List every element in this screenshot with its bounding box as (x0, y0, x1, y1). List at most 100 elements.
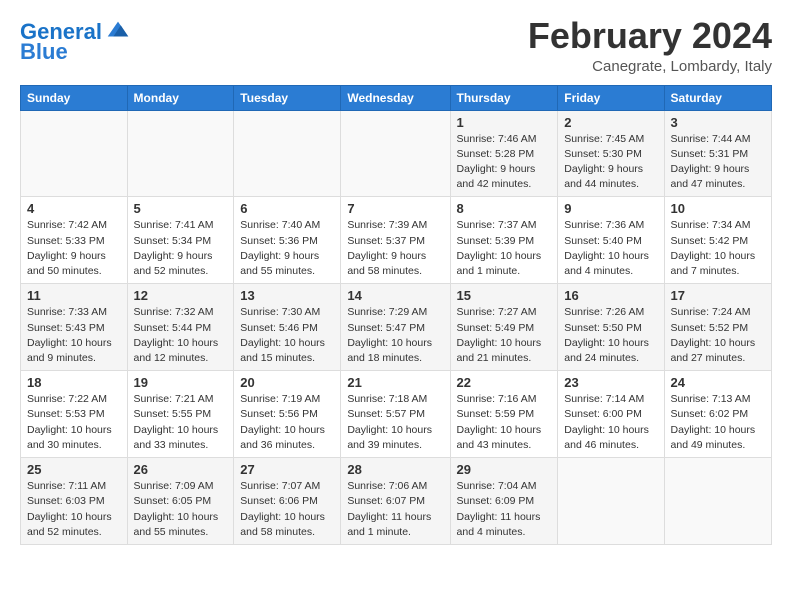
day-number: 18 (27, 375, 121, 390)
day-info: Sunrise: 7:22 AMSunset: 5:53 PMDaylight:… (27, 392, 121, 453)
calendar-cell: 14Sunrise: 7:29 AMSunset: 5:47 PMDayligh… (341, 284, 450, 371)
header-saturday: Saturday (664, 85, 771, 110)
calendar-week-3: 18 Sunrise: 7:22 AMSunset: 5:53 PMDayligh… (21, 371, 772, 458)
calendar-cell: 25Sunrise: 7:11 AMSunset: 6:03 PMDayligh… (21, 458, 128, 545)
day-info: Sunrise: 7:39 AMSunset: 5:37 PMDaylight:… (347, 218, 443, 279)
header-sunday: Sunday (21, 85, 128, 110)
day-number: 27 (240, 462, 334, 477)
day-number: 26 (134, 462, 228, 477)
day-number: 29 (457, 462, 552, 477)
calendar-cell: 8 Sunrise: 7:37 AMSunset: 5:39 PMDaylight… (450, 197, 558, 284)
day-number: 9 (564, 201, 657, 216)
calendar-cell: 29 Sunrise: 7:04 AMSunset: 6:09 PMDayligh… (450, 458, 558, 545)
day-number: 21 (347, 375, 443, 390)
calendar-cell: 2 Sunrise: 7:45 AMSunset: 5:30 PMDaylight… (558, 110, 664, 197)
day-number: 24 (671, 375, 765, 390)
calendar-cell: 6 Sunrise: 7:40 AMSunset: 5:36 PMDaylight… (234, 197, 341, 284)
calendar-cell: 1 Sunrise: 7:46 AMSunset: 5:28 PMDaylight… (450, 110, 558, 197)
day-info: Sunrise: 7:41 AMSunset: 5:34 PMDaylight:… (134, 218, 228, 279)
day-number: 2 (564, 115, 657, 130)
main-title: February 2024 (528, 16, 772, 56)
calendar-cell (558, 458, 664, 545)
day-info: Sunrise: 7:11 AMSunset: 6:03 PMDaylight:… (27, 479, 121, 540)
day-info: Sunrise: 7:26 AMSunset: 5:50 PMDaylight:… (564, 305, 657, 366)
calendar-cell: 9 Sunrise: 7:36 AMSunset: 5:40 PMDaylight… (558, 197, 664, 284)
calendar-cell: 15 Sunrise: 7:27 AMSunset: 5:49 PMDayligh… (450, 284, 558, 371)
calendar-cell: 18 Sunrise: 7:22 AMSunset: 5:53 PMDayligh… (21, 371, 128, 458)
calendar-cell: 7 Sunrise: 7:39 AMSunset: 5:37 PMDaylight… (341, 197, 450, 284)
calendar-cell: 21 Sunrise: 7:18 AMSunset: 5:57 PMDayligh… (341, 371, 450, 458)
day-number: 20 (240, 375, 334, 390)
day-info: Sunrise: 7:24 AMSunset: 5:52 PMDaylight:… (671, 305, 765, 366)
calendar-cell: 11Sunrise: 7:33 AMSunset: 5:43 PMDayligh… (21, 284, 128, 371)
day-info: Sunrise: 7:40 AMSunset: 5:36 PMDaylight:… (240, 218, 334, 279)
day-number: 12 (134, 288, 228, 303)
header-tuesday: Tuesday (234, 85, 341, 110)
calendar-cell: 3Sunrise: 7:44 AMSunset: 5:31 PMDaylight… (664, 110, 771, 197)
day-number: 13 (240, 288, 334, 303)
calendar-cell: 4Sunrise: 7:42 AMSunset: 5:33 PMDaylight… (21, 197, 128, 284)
calendar-table: Sunday Monday Tuesday Wednesday Thursday… (20, 85, 772, 545)
calendar-cell: 10 Sunrise: 7:34 AMSunset: 5:42 PMDayligh… (664, 197, 771, 284)
day-info: Sunrise: 7:36 AMSunset: 5:40 PMDaylight:… (564, 218, 657, 279)
calendar-header: Sunday Monday Tuesday Wednesday Thursday… (21, 85, 772, 110)
day-number: 5 (134, 201, 228, 216)
day-info: Sunrise: 7:30 AMSunset: 5:46 PMDaylight:… (240, 305, 334, 366)
calendar-cell (234, 110, 341, 197)
header-thursday: Thursday (450, 85, 558, 110)
header-row: Sunday Monday Tuesday Wednesday Thursday… (21, 85, 772, 110)
calendar-week-1: 4Sunrise: 7:42 AMSunset: 5:33 PMDaylight… (21, 197, 772, 284)
day-info: Sunrise: 7:18 AMSunset: 5:57 PMDaylight:… (347, 392, 443, 453)
day-number: 1 (457, 115, 552, 130)
page: General Blue February 2024 Canegrate, Lo… (0, 0, 792, 555)
day-info: Sunrise: 7:37 AMSunset: 5:39 PMDaylight:… (457, 218, 552, 279)
header-wednesday: Wednesday (341, 85, 450, 110)
day-info: Sunrise: 7:06 AMSunset: 6:07 PMDaylight:… (347, 479, 443, 540)
title-block: February 2024 Canegrate, Lombardy, Italy (528, 16, 772, 75)
day-number: 7 (347, 201, 443, 216)
day-info: Sunrise: 7:13 AMSunset: 6:02 PMDaylight:… (671, 392, 765, 453)
header-monday: Monday (127, 85, 234, 110)
calendar-cell: 27Sunrise: 7:07 AMSunset: 6:06 PMDayligh… (234, 458, 341, 545)
calendar-cell: 22Sunrise: 7:16 AMSunset: 5:59 PMDayligh… (450, 371, 558, 458)
day-number: 3 (671, 115, 765, 130)
calendar-cell: 23 Sunrise: 7:14 AMSunset: 6:00 PMDayligh… (558, 371, 664, 458)
day-info: Sunrise: 7:27 AMSunset: 5:49 PMDaylight:… (457, 305, 552, 366)
day-info: Sunrise: 7:34 AMSunset: 5:42 PMDaylight:… (671, 218, 765, 279)
day-info: Sunrise: 7:32 AMSunset: 5:44 PMDaylight:… (134, 305, 228, 366)
logo-icon (104, 16, 132, 44)
day-info: Sunrise: 7:29 AMSunset: 5:47 PMDaylight:… (347, 305, 443, 366)
calendar-cell (341, 110, 450, 197)
day-number: 10 (671, 201, 765, 216)
day-number: 19 (134, 375, 228, 390)
header-friday: Friday (558, 85, 664, 110)
day-info: Sunrise: 7:21 AMSunset: 5:55 PMDaylight:… (134, 392, 228, 453)
day-number: 4 (27, 201, 121, 216)
calendar-cell: 20 Sunrise: 7:19 AMSunset: 5:56 PMDayligh… (234, 371, 341, 458)
day-number: 6 (240, 201, 334, 216)
calendar-week-0: 1 Sunrise: 7:46 AMSunset: 5:28 PMDaylight… (21, 110, 772, 197)
day-info: Sunrise: 7:19 AMSunset: 5:56 PMDaylight:… (240, 392, 334, 453)
calendar-cell (21, 110, 128, 197)
calendar-cell (127, 110, 234, 197)
calendar-cell: 28Sunrise: 7:06 AMSunset: 6:07 PMDayligh… (341, 458, 450, 545)
day-number: 11 (27, 288, 121, 303)
calendar-cell: 12 Sunrise: 7:32 AMSunset: 5:44 PMDayligh… (127, 284, 234, 371)
day-number: 15 (457, 288, 552, 303)
calendar-cell: 26Sunrise: 7:09 AMSunset: 6:05 PMDayligh… (127, 458, 234, 545)
calendar-cell: 24 Sunrise: 7:13 AMSunset: 6:02 PMDayligh… (664, 371, 771, 458)
day-number: 8 (457, 201, 552, 216)
day-number: 23 (564, 375, 657, 390)
day-info: Sunrise: 7:45 AMSunset: 5:30 PMDaylight:… (564, 132, 657, 193)
day-info: Sunrise: 7:46 AMSunset: 5:28 PMDaylight:… (457, 132, 552, 193)
day-number: 16 (564, 288, 657, 303)
calendar-cell: 13 Sunrise: 7:30 AMSunset: 5:46 PMDayligh… (234, 284, 341, 371)
calendar-cell: 5 Sunrise: 7:41 AMSunset: 5:34 PMDaylight… (127, 197, 234, 284)
calendar-cell (664, 458, 771, 545)
calendar-cell: 17 Sunrise: 7:24 AMSunset: 5:52 PMDayligh… (664, 284, 771, 371)
subtitle: Canegrate, Lombardy, Italy (528, 58, 772, 75)
day-number: 17 (671, 288, 765, 303)
day-info: Sunrise: 7:04 AMSunset: 6:09 PMDaylight:… (457, 479, 552, 540)
day-info: Sunrise: 7:14 AMSunset: 6:00 PMDaylight:… (564, 392, 657, 453)
day-number: 22 (457, 375, 552, 390)
